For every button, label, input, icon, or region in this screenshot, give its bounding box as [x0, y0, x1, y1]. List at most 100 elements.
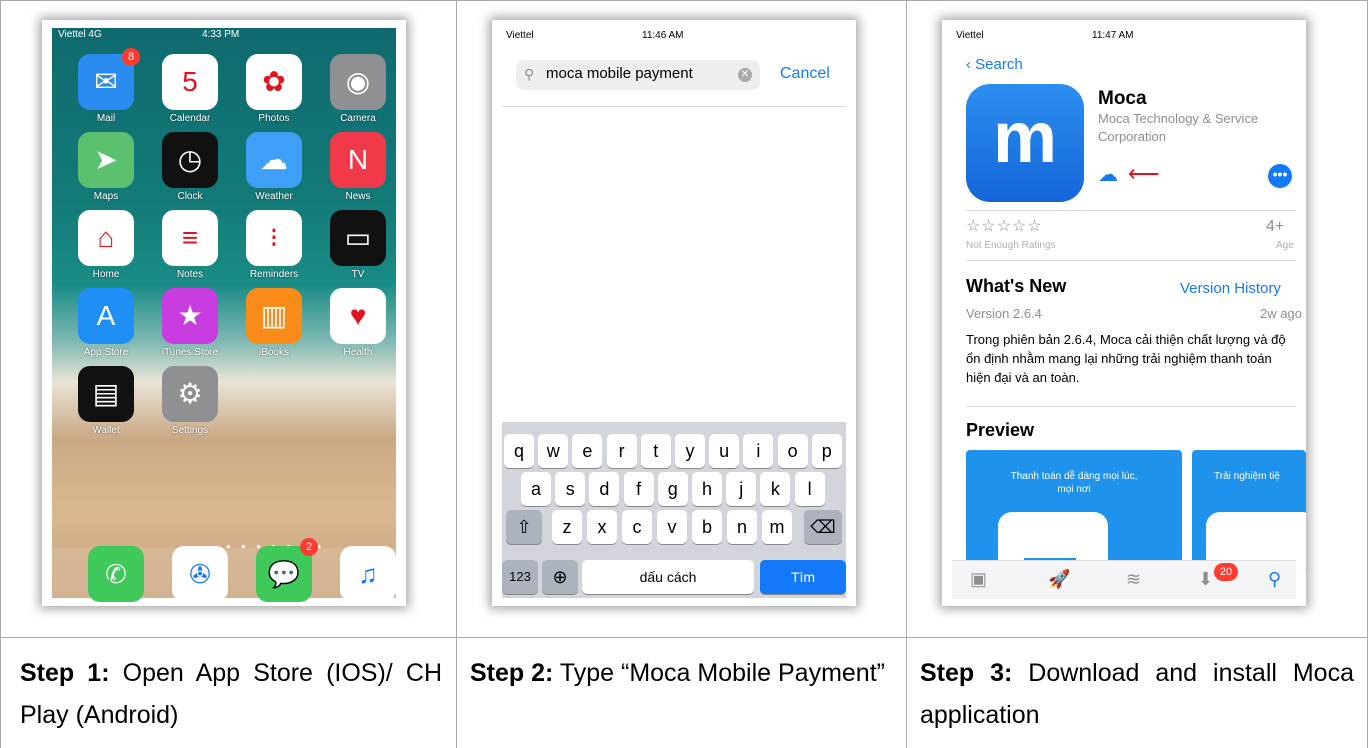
- carrier-label: Viettel: [956, 30, 984, 41]
- music-icon[interactable]: ♫: [340, 546, 396, 602]
- app-icon-calendar[interactable]: 5: [162, 54, 218, 110]
- key-k[interactable]: k: [760, 472, 791, 506]
- key-i[interactable]: i: [743, 434, 774, 468]
- search-go-key[interactable]: Tìm: [760, 560, 846, 594]
- table-column-divider: [456, 0, 457, 748]
- updates-badge: 20: [1214, 563, 1238, 581]
- moca-app-icon: m: [966, 84, 1084, 202]
- search-field[interactable]: ⚲ moca mobile payment ✕: [516, 60, 760, 90]
- app-label: iTunes Store: [161, 347, 219, 358]
- version-history-link[interactable]: Version History: [1180, 280, 1281, 297]
- delete-key[interactable]: ⌫: [804, 510, 842, 544]
- key-p[interactable]: p: [811, 434, 842, 468]
- key-d[interactable]: d: [589, 472, 620, 506]
- back-button[interactable]: ‹ Search: [966, 56, 1023, 73]
- key-v[interactable]: v: [657, 510, 687, 544]
- app-label: TV: [351, 269, 365, 280]
- key-u[interactable]: u: [709, 434, 740, 468]
- key-h[interactable]: h: [692, 472, 722, 506]
- app-icon-maps[interactable]: ➤: [78, 132, 134, 188]
- dock: ✆ ✇ 💬 2 ♫: [52, 538, 396, 602]
- key-s[interactable]: s: [555, 472, 586, 506]
- key-z[interactable]: z: [552, 510, 582, 544]
- key-w[interactable]: w: [538, 434, 569, 468]
- phone-icon[interactable]: ✆: [88, 546, 144, 602]
- status-time: 11:46 AM: [642, 30, 684, 41]
- status-time: 4:33 PM: [202, 29, 240, 40]
- key-a[interactable]: a: [521, 472, 551, 506]
- clear-icon[interactable]: ✕: [738, 68, 752, 82]
- key-n[interactable]: n: [727, 510, 757, 544]
- app-label: App Store: [83, 347, 129, 358]
- table-border-top: [0, 0, 1368, 1]
- app-icon-weather[interactable]: ☁: [246, 132, 302, 188]
- key-c[interactable]: c: [622, 510, 652, 544]
- apps-tab-icon[interactable]: ≋: [1126, 569, 1141, 590]
- key-y[interactable]: y: [675, 434, 705, 468]
- key-e[interactable]: e: [572, 434, 603, 468]
- home-screen-screenshot: Viettel 4G 4:33 PM ✉ Mail 8 5 Calendar ✿ Photo…: [42, 20, 406, 606]
- chevron-left-icon: ‹: [966, 56, 971, 73]
- app-icon-wallet[interactable]: ▤: [78, 366, 134, 422]
- app-icon-health[interactable]: ♥: [330, 288, 386, 344]
- key-t[interactable]: t: [640, 434, 671, 468]
- today-tab-icon[interactable]: ▣: [970, 569, 987, 590]
- app-icon-app-store[interactable]: A: [78, 288, 134, 344]
- key-r[interactable]: r: [606, 434, 637, 468]
- app-icon-settings[interactable]: ⚙: [162, 366, 218, 422]
- preview-heading: Preview: [966, 420, 1035, 440]
- app-icon-itunes-store[interactable]: ★: [162, 288, 218, 344]
- space-key[interactable]: dấu cách: [582, 560, 754, 594]
- key-q[interactable]: q: [504, 434, 534, 468]
- cancel-button[interactable]: Cancel: [780, 65, 830, 83]
- preview-caption: Thanh toán dễ dàng mọi lúc, mọi nơi: [1010, 471, 1138, 495]
- preview-screenshot[interactable]: Trải nghiệm tiệ: [1192, 450, 1306, 572]
- app-label: Camera: [340, 113, 376, 124]
- rating-stars: ☆☆☆☆☆: [966, 218, 1043, 235]
- key-l[interactable]: l: [794, 472, 825, 506]
- app-icon-ibooks[interactable]: ▥: [246, 288, 302, 344]
- step-label: Step 1:: [20, 659, 110, 687]
- step-label: Step 2:: [470, 659, 554, 687]
- key-m[interactable]: m: [762, 510, 792, 544]
- globe-icon[interactable]: ⊕: [542, 560, 578, 594]
- app-label: Maps: [93, 191, 119, 202]
- key-g[interactable]: g: [657, 472, 688, 506]
- app-icon-news[interactable]: N: [330, 132, 386, 188]
- notification-badge: 2: [300, 538, 318, 556]
- app-icon-clock[interactable]: ◷: [162, 132, 218, 188]
- app-icon-tv[interactable]: ▭: [330, 210, 386, 266]
- app-label: iBooks: [258, 347, 289, 358]
- table-row-divider: [0, 637, 1368, 638]
- key-x[interactable]: x: [587, 510, 617, 544]
- age-rating: 4+: [1266, 218, 1285, 235]
- key-j[interactable]: j: [726, 472, 757, 506]
- download-cloud-icon[interactable]: ☁: [1098, 162, 1118, 187]
- app-name: Moca: [1098, 88, 1147, 109]
- search-icon: ⚲: [524, 66, 535, 82]
- notification-badge: 8: [122, 48, 140, 66]
- app-label: Mail: [96, 113, 116, 124]
- safari-icon[interactable]: ✇: [172, 546, 228, 602]
- app-icon-camera[interactable]: ◉: [330, 54, 386, 110]
- key-b[interactable]: b: [692, 510, 722, 544]
- app-icon-home[interactable]: ⌂: [78, 210, 134, 266]
- key-o[interactable]: o: [777, 434, 808, 468]
- step-2-caption: Step 2: Type “Moca Mobile Payment”: [470, 652, 892, 694]
- updates-tab-icon[interactable]: ⬇: [1198, 569, 1213, 590]
- app-icon-notes[interactable]: ≡: [162, 210, 218, 266]
- divider: [966, 210, 1296, 211]
- search-tab-icon[interactable]: ⚲: [1268, 569, 1281, 590]
- release-age: 2w ago: [1260, 306, 1302, 321]
- app-icon-reminders[interactable]: ⁝: [246, 210, 302, 266]
- preview-screenshot[interactable]: Thanh toán dễ dàng mọi lúc, mọi nơi moca: [966, 450, 1182, 572]
- app-label: Photos: [258, 113, 290, 124]
- numbers-key[interactable]: 123: [502, 560, 538, 594]
- games-tab-icon[interactable]: 🚀: [1048, 569, 1070, 590]
- status-bar: Viettel 4G 4:33 PM: [52, 28, 396, 42]
- shift-key[interactable]: ⇧: [506, 510, 542, 544]
- app-icon-photos[interactable]: ✿: [246, 54, 302, 110]
- app-store-screenshot: Viettel 11:47 AM ‹ Search m Moca Moca Te…: [942, 20, 1306, 606]
- more-options-icon[interactable]: •••: [1268, 164, 1292, 188]
- key-f[interactable]: f: [623, 472, 654, 506]
